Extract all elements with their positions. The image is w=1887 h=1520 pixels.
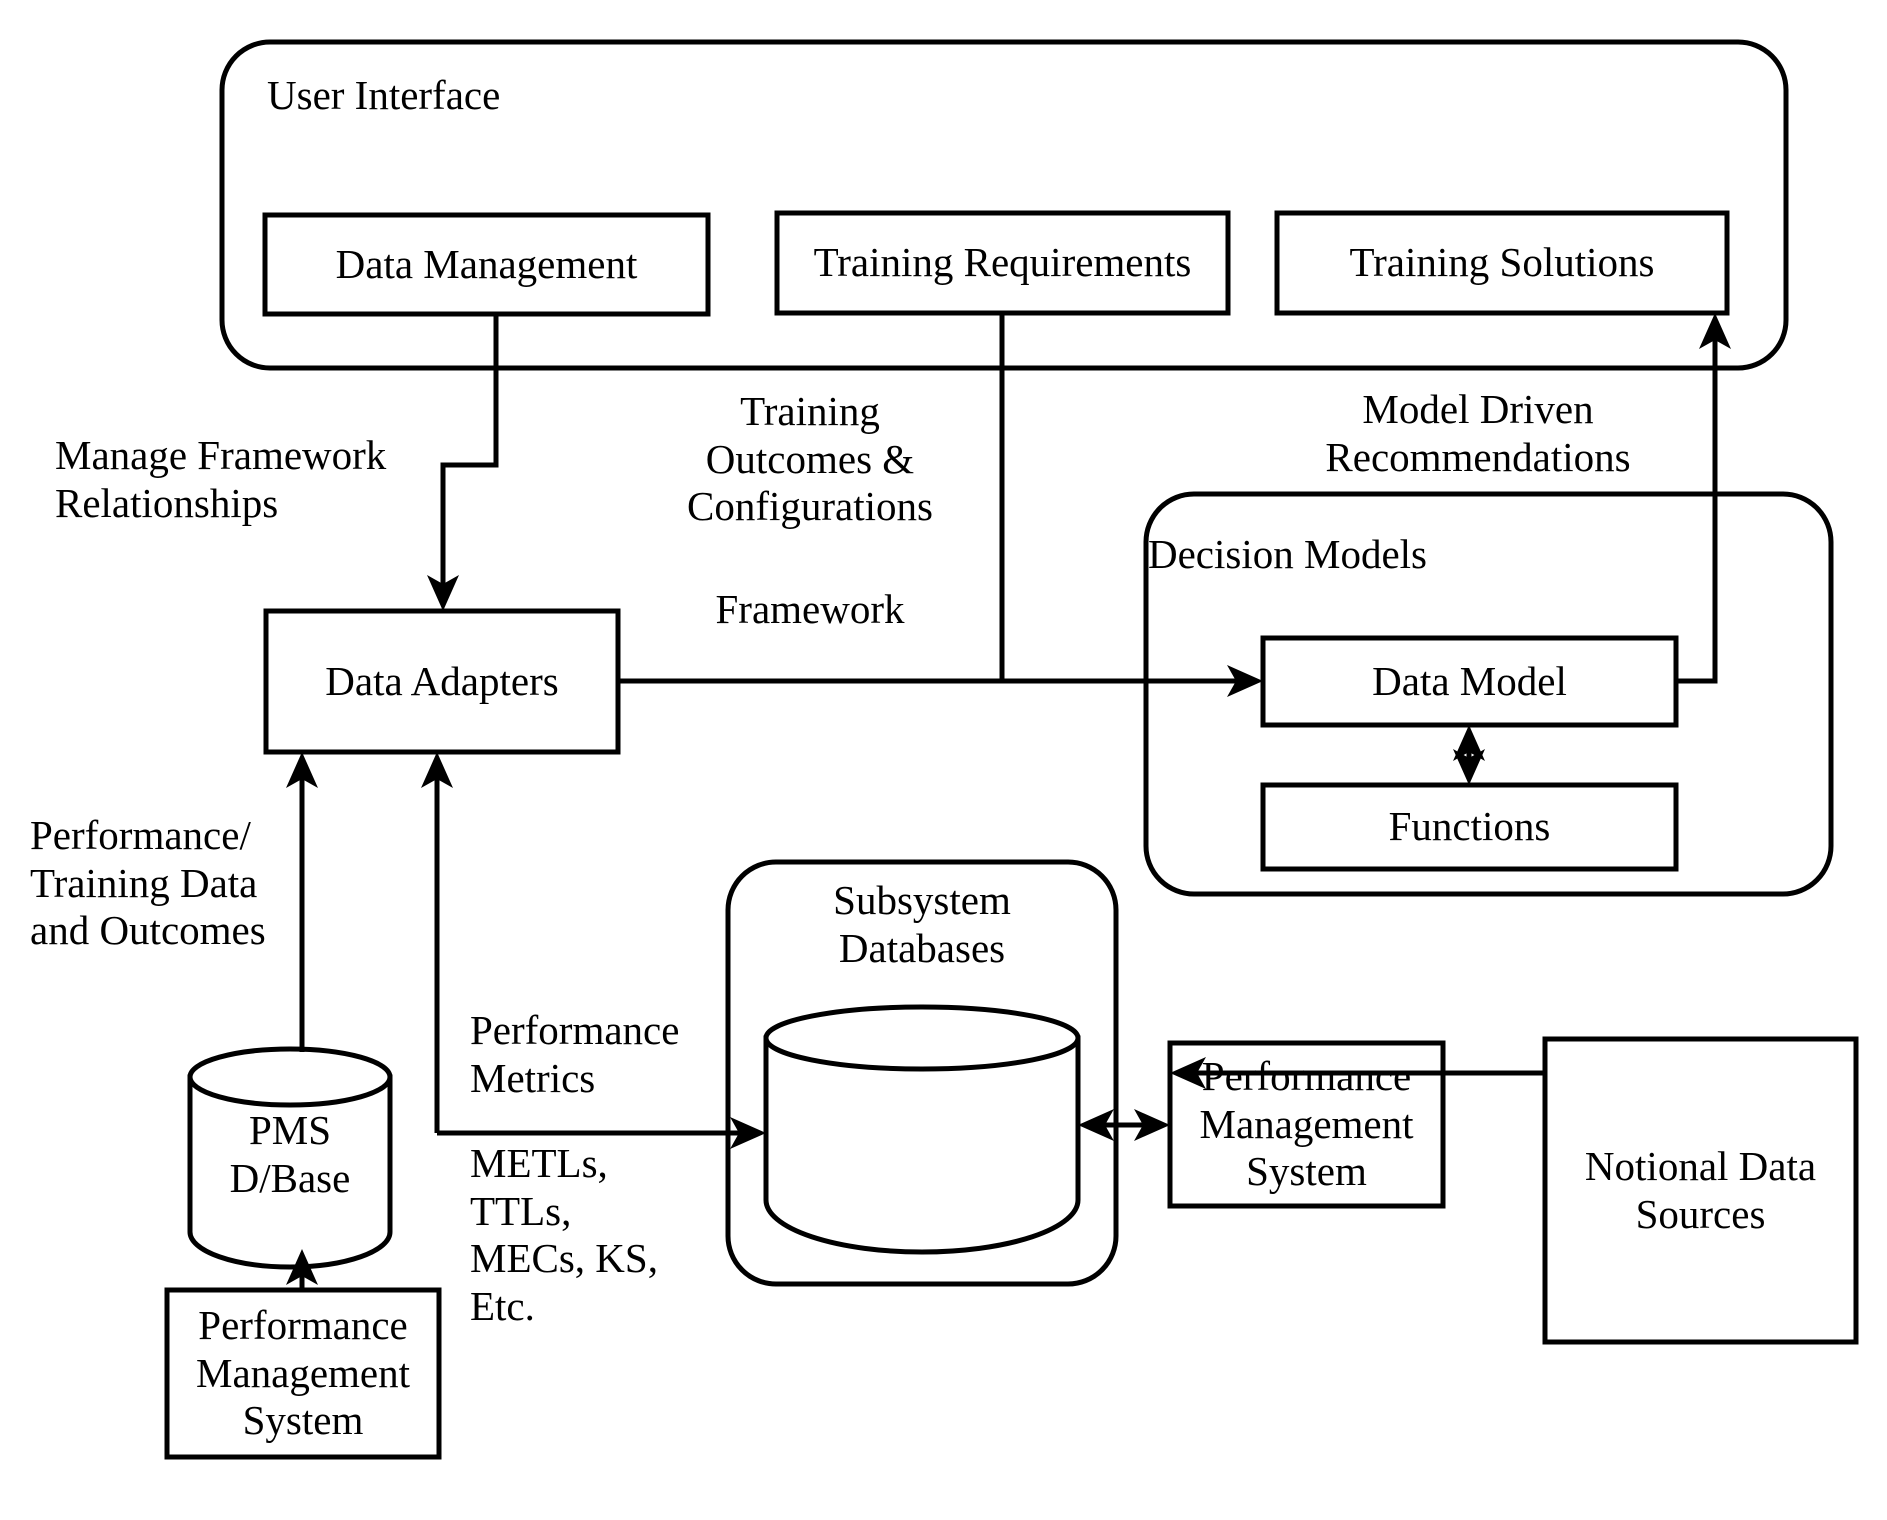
label-data-model: Data Model	[1372, 657, 1567, 704]
label-performance-management-system-right: Performance Management System	[1199, 1052, 1414, 1195]
edge-label-training-outcomes-configurations: Training Outcomes & Configurations	[687, 388, 933, 530]
edge-label-metls-ttls-mecs-ks-etc: METLs, TTLs, MECs, KS, Etc.	[470, 1140, 658, 1329]
edge-pms-database-to-data-adapters	[286, 752, 318, 1052]
label-training-requirements: Training Requirements	[813, 239, 1192, 286]
label-data-adapters: Data Adapters	[325, 657, 559, 704]
edge-label-model-driven-recommendations: Model Driven Recommendations	[1325, 386, 1631, 480]
label-performance-management-system-bottom: Performance Management System	[195, 1301, 411, 1444]
label-data-management: Data Management	[335, 240, 638, 287]
edge-label-framework: Framework	[715, 586, 905, 632]
edge-performance-metrics-to-data-adapters	[421, 752, 453, 1133]
container-title-decision-models: Decision Models	[1148, 531, 1427, 577]
label-notional-data-sources: Notional Data Sources	[1584, 1142, 1817, 1237]
container-title-subsystem-databases: Subsystem Databases	[833, 877, 1011, 971]
label-training-solutions: Training Solutions	[1349, 239, 1655, 286]
label-functions: Functions	[1388, 803, 1551, 850]
edge-label-performance-training-data-outcomes: Performance/ Training Data and Outcomes	[30, 812, 266, 954]
edge-label-manage-framework-relationships: Manage Framework Relationships	[55, 432, 387, 526]
label-pms-database: PMS D/Base	[229, 1107, 351, 1201]
edge-label-performance-metrics: Performance Metrics	[470, 1007, 680, 1101]
container-title-user-interface: User Interface	[267, 72, 501, 118]
architecture-diagram: User Interface Decision Models Subsystem…	[0, 0, 1887, 1520]
node-subsystem-db-cylinder[interactable]	[763, 1004, 1081, 1255]
